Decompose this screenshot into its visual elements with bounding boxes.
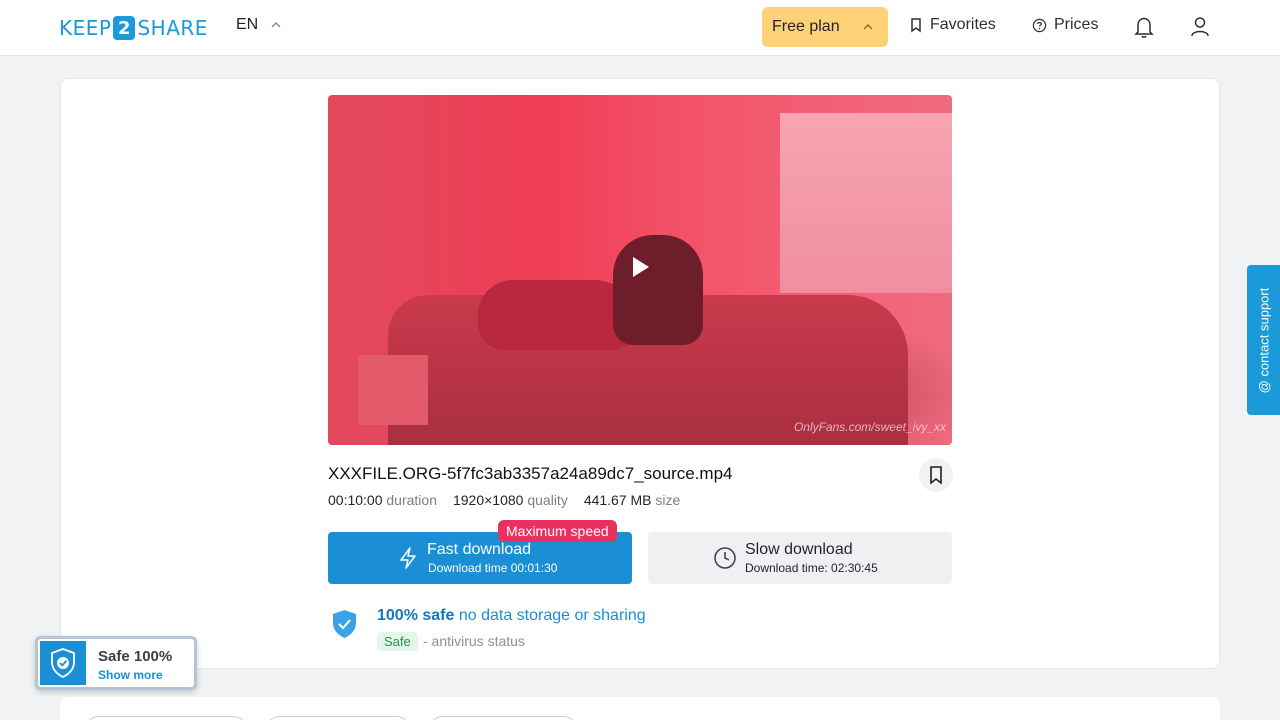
tab-pill[interactable] — [428, 716, 578, 720]
size-value: 441.67 MB — [583, 492, 652, 508]
safe-widget-badge — [40, 641, 86, 685]
duration-value: 00:10:00 — [328, 492, 383, 508]
safety-statement: 100% safe no data storage or sharing — [377, 607, 646, 625]
user-icon[interactable] — [1189, 15, 1211, 39]
secondary-card — [60, 697, 1220, 720]
bookmark-icon — [930, 466, 942, 485]
duration-label: duration — [386, 492, 437, 508]
prices-label: Prices — [1054, 16, 1099, 33]
free-plan-label: Free plan — [772, 18, 840, 35]
video-scene-window — [780, 113, 952, 293]
duration-info: 00:10:00 duration — [328, 492, 437, 508]
prices-link[interactable]: Prices — [1032, 16, 1098, 34]
contact-support-tab[interactable]: @ contact support — [1247, 265, 1280, 415]
language-selector[interactable]: EN — [236, 16, 282, 34]
site-logo[interactable]: KEEP 2 SHARE — [59, 15, 208, 41]
quality-info: 1920×1080 quality — [453, 492, 568, 508]
clock-icon — [714, 547, 736, 569]
video-scene-stand — [358, 355, 428, 425]
question-circle-icon — [1032, 18, 1047, 32]
free-plan-button[interactable]: Free plan — [762, 7, 888, 47]
shield-check-icon — [51, 648, 75, 679]
safety-bold: 100% safe — [377, 607, 455, 624]
chevron-up-icon — [863, 24, 873, 30]
tab-pill[interactable] — [84, 716, 248, 720]
favorites-label: Favorites — [930, 16, 996, 33]
add-favorite-button[interactable] — [919, 458, 953, 492]
logo-number: 2 — [113, 16, 136, 40]
logo-text-right: SHARE — [137, 16, 208, 40]
safety-rest: no data storage or sharing — [458, 607, 646, 624]
antivirus-status-label: - antivirus status — [423, 633, 525, 649]
antivirus-status-badge: Safe — [377, 632, 418, 651]
favorites-link[interactable]: Favorites — [909, 16, 996, 34]
fast-download-time: Download time 00:01:30 — [428, 561, 558, 575]
quality-label: quality — [527, 492, 568, 508]
video-preview[interactable]: OnlyFans.com/sweet_ivy_xx — [328, 95, 952, 445]
quality-value: 1920×1080 — [452, 492, 524, 508]
slow-download-time: Download time: 02:30:45 — [745, 561, 878, 575]
bell-icon[interactable] — [1133, 15, 1155, 39]
shield-check-icon — [333, 610, 356, 638]
video-scene-figure — [613, 235, 703, 345]
play-icon[interactable] — [633, 257, 649, 277]
lightning-icon — [400, 547, 416, 569]
safe-widget-title: Safe 100% — [98, 648, 173, 665]
contact-support-label: @ contact support — [1256, 287, 1272, 393]
maximum-speed-badge: Maximum speed — [498, 520, 617, 542]
safe-widget[interactable]: Safe 100% Show more — [35, 636, 197, 690]
file-name: XXXFILE.ORG-5f7fc3ab3357a24a89dc7_source… — [328, 464, 733, 483]
tab-pill[interactable] — [265, 716, 411, 720]
slow-download-title: Slow download — [745, 541, 853, 558]
logo-text-left: KEEP — [59, 16, 112, 40]
video-watermark: OnlyFans.com/sweet_ivy_xx — [793, 420, 946, 434]
size-label: size — [655, 492, 681, 508]
bookmark-icon — [911, 18, 921, 33]
size-info: 441.67 MB size — [584, 492, 681, 508]
top-header: KEEP 2 SHARE EN Free plan Favorites Prices — [0, 0, 1280, 56]
chevron-up-icon — [271, 22, 281, 28]
slow-download-button[interactable]: Slow download Download time: 02:30:45 — [648, 532, 952, 584]
file-meta: 00:10:00 duration 1920×1080 quality 441.… — [328, 492, 680, 508]
show-more-link[interactable]: Show more — [98, 668, 163, 682]
language-label: EN — [236, 16, 259, 33]
fast-download-title: Fast download — [427, 541, 532, 558]
